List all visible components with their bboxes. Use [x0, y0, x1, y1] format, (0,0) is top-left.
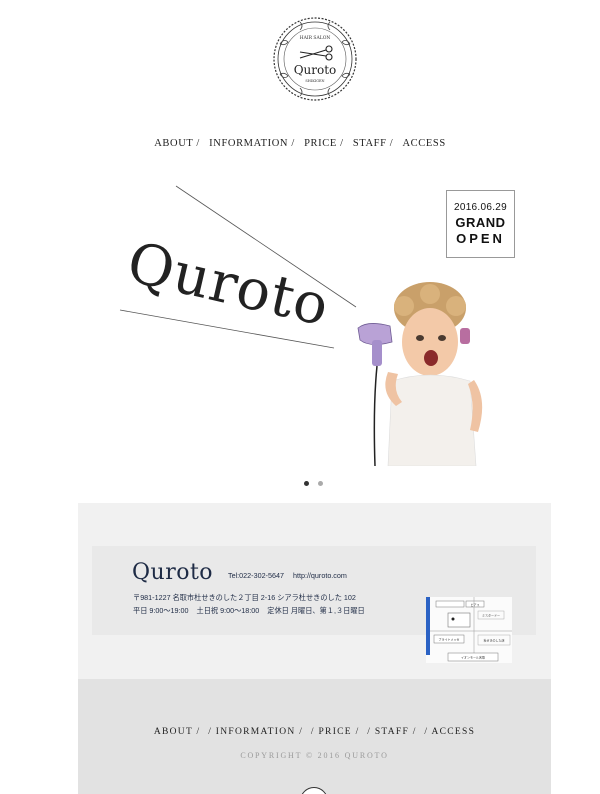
- hero-photo-girl-with-hairdryer: [357, 282, 483, 466]
- shop-hours: 平日 9:00〜19:00 土日祝 9:00〜18:00 定休日 月曜日、第１,…: [133, 606, 371, 616]
- grand-open-date: 2016.06.29: [453, 202, 508, 213]
- hair-dryer: [357, 323, 393, 466]
- footer-nav-access[interactable]: / ACCESS: [424, 727, 475, 737]
- copyright: COPYRIGHT © 2016 QUROTO: [240, 751, 389, 760]
- grand-open-badge: 2016.06.29 GRAND OPEN: [446, 190, 515, 258]
- shop-url-link[interactable]: http://quroto.com: [293, 571, 347, 580]
- slider-dot-1[interactable]: [304, 481, 309, 486]
- grand-open-line1: GRAND: [455, 215, 506, 230]
- footer-navigation: ABOUT / / INFORMATION / / PRICE / / STAF…: [78, 727, 551, 737]
- footer-nav-price[interactable]: / PRICE /: [311, 727, 360, 737]
- access-map[interactable]: ピアス ミスタードー ブライトメッセ 杜せきのした店 イオンモール名取: [426, 597, 512, 663]
- grand-open-line2: OPEN: [456, 231, 505, 246]
- shop-info-card: Quroto Tel:022-302-5647 http://quroto.co…: [92, 546, 536, 663]
- footer-nav-information[interactable]: / INFORMATION /: [208, 727, 303, 737]
- map-tag-right: ミスタードー: [482, 613, 500, 618]
- map-tag-right-bottom: 杜せきのした店: [483, 638, 504, 643]
- shop-contact: Tel:022-302-5647 http://quroto.com: [228, 571, 354, 580]
- shop-tel[interactable]: Tel:022-302-5647: [228, 571, 284, 580]
- map-tag-top: ピアス: [470, 602, 479, 607]
- slider-dot-2[interactable]: [318, 481, 323, 486]
- shop-holiday: 定休日 月曜日、第１,３日曜日: [267, 606, 365, 615]
- footer-nav-staff[interactable]: / STAFF /: [367, 727, 416, 737]
- shop-address: 〒981-1227 名取市杜せきのした２丁目 2-16 シアラ杜せきのした 10…: [133, 593, 356, 602]
- map-tag-bottom: イオンモール名取: [461, 655, 485, 660]
- shop-name: Quroto: [132, 560, 214, 585]
- map-tag-left: ブライトメッセ: [438, 637, 459, 642]
- hours-weekday: 平日 9:00〜19:00: [133, 606, 189, 615]
- page-top-button[interactable]: [300, 787, 328, 794]
- hours-weekend: 土日祝 9:00〜18:00: [196, 606, 260, 615]
- footer: ABOUT / / INFORMATION / / PRICE / / STAF…: [78, 679, 551, 794]
- shop-info-section: Quroto Tel:022-302-5647 http://quroto.co…: [78, 503, 551, 679]
- slider-pagination: [304, 473, 328, 491]
- footer-nav-about[interactable]: ABOUT /: [154, 727, 201, 737]
